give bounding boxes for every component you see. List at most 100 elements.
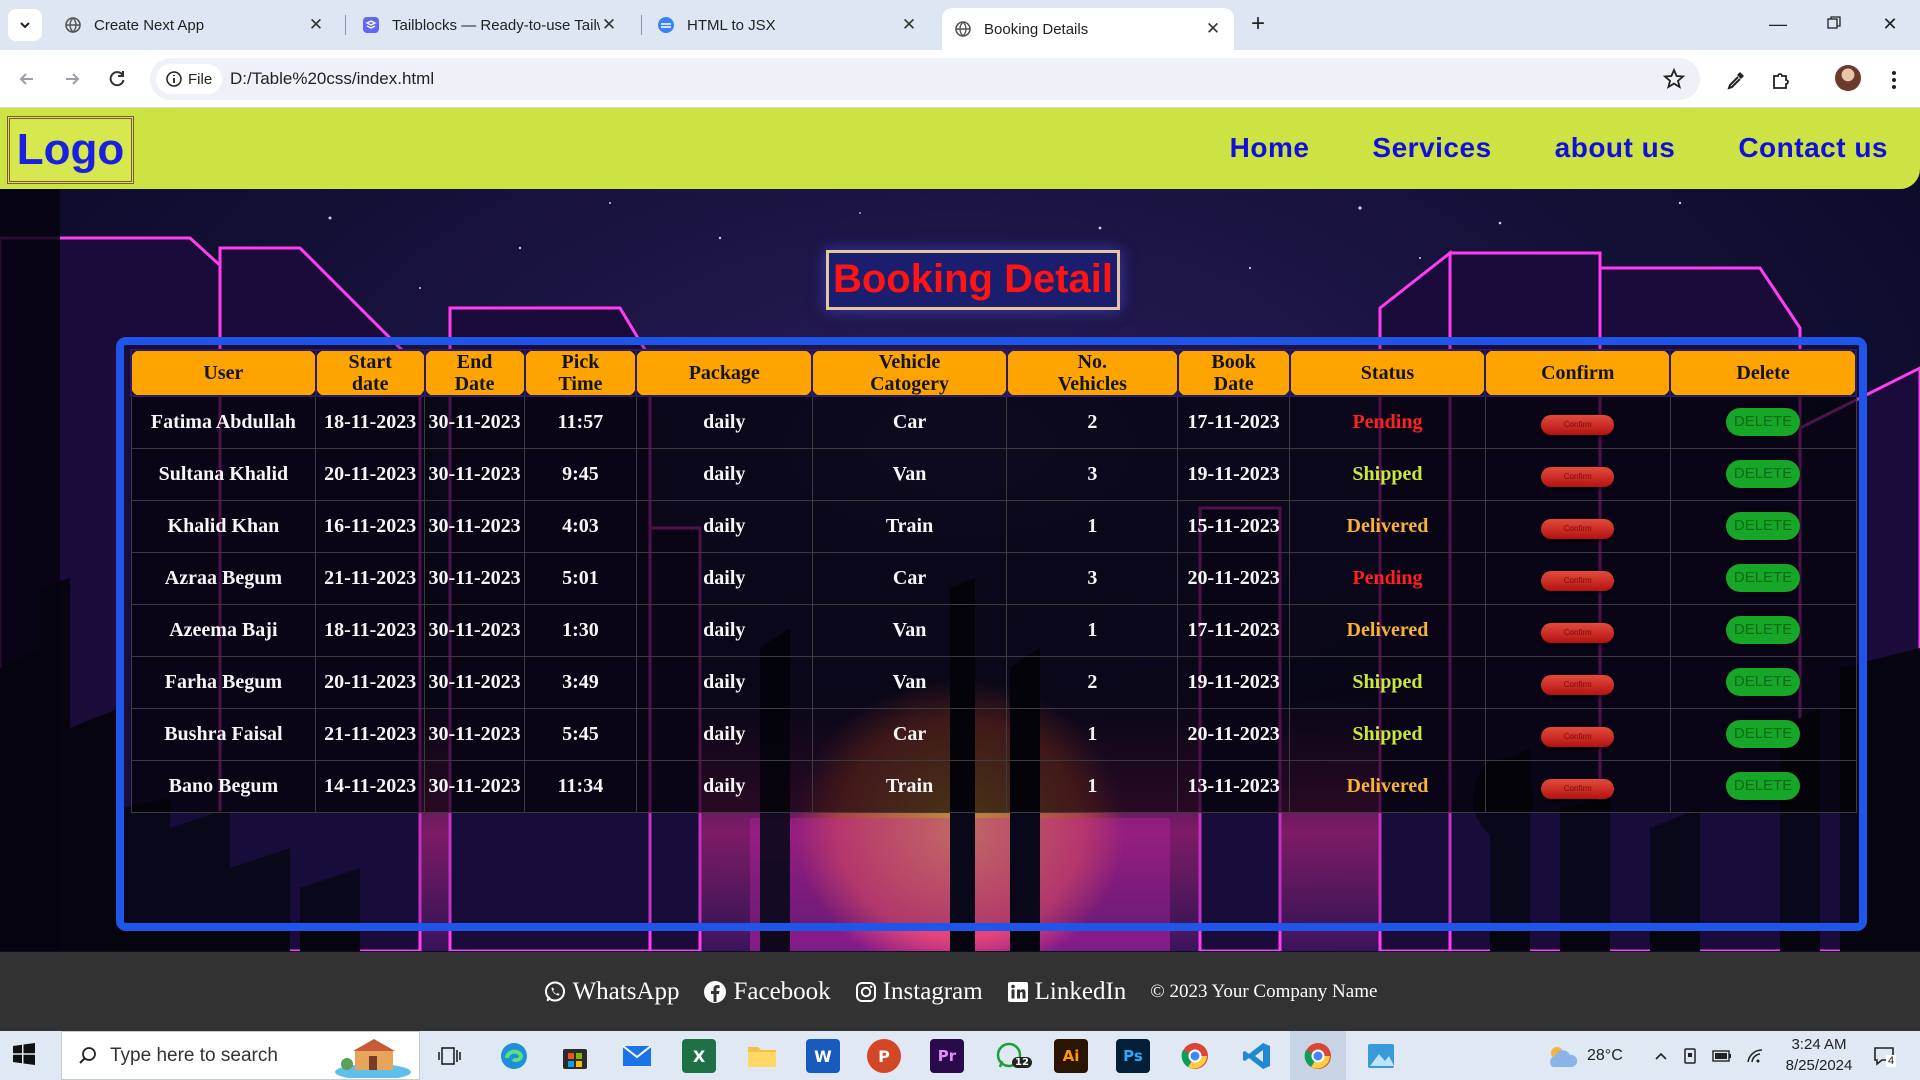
start-button[interactable] [12, 1042, 38, 1068]
delete-cell: DELETE [1669, 447, 1857, 501]
taskbar-store[interactable] [558, 1039, 592, 1073]
taskbar-chrome[interactable] [1178, 1039, 1212, 1073]
pick-time-cell: 11:57 [524, 395, 637, 449]
site-logo[interactable]: Logo [7, 116, 134, 184]
nav-about-us[interactable]: about us [1555, 132, 1676, 164]
vehicle-count-cell: 2 [1006, 655, 1179, 709]
taskbar-excel[interactable]: X [682, 1039, 716, 1073]
eyedropper-button[interactable] [1722, 66, 1750, 94]
package-cell: daily [635, 707, 813, 761]
instagram-link[interactable]: Instagram [855, 978, 983, 1006]
nav-contact-us[interactable]: Contact us [1738, 132, 1888, 164]
column-header-text: date [351, 373, 389, 395]
delete-button[interactable]: DELETE [1726, 772, 1801, 800]
start-date-cell: 18-11-2023 [315, 395, 426, 449]
minimize-button[interactable]: — [1758, 10, 1798, 38]
confirm-button[interactable]: Confirm [1541, 674, 1615, 695]
delete-button[interactable]: DELETE [1726, 512, 1801, 540]
taskbar-powerpoint[interactable]: P [867, 1039, 901, 1073]
package-cell: daily [635, 395, 813, 449]
tab-create-next-app[interactable]: Create Next App ✕ [52, 8, 337, 42]
taskbar-illustrator[interactable]: Ai [1054, 1039, 1088, 1073]
wifi-icon[interactable] [1746, 1048, 1764, 1064]
taskbar-whatsapp[interactable]: 12 [992, 1039, 1032, 1073]
confirm-button[interactable]: Confirm [1541, 726, 1615, 747]
book-date-cell: 20-11-2023 [1177, 707, 1291, 761]
close-icon[interactable]: ✕ [1204, 19, 1222, 39]
delete-button[interactable]: DELETE [1726, 564, 1801, 592]
close-icon[interactable]: ✕ [307, 15, 325, 35]
vehicle-cell: Car [811, 707, 1008, 761]
confirm-button[interactable]: Confirm [1541, 414, 1615, 435]
delete-button[interactable]: DELETE [1726, 668, 1801, 696]
bookmark-button[interactable] [1662, 67, 1686, 91]
taskbar-chrome-active[interactable] [1290, 1031, 1346, 1080]
address-bar[interactable]: File D:/Table%20css/index.html [150, 58, 1700, 100]
start-date-cell: 18-11-2023 [315, 603, 426, 657]
eyedropper-icon [1727, 72, 1744, 90]
confirm-button[interactable]: Confirm [1541, 622, 1615, 643]
taskbar-file-explorer[interactable] [745, 1039, 779, 1073]
confirm-button[interactable]: Confirm [1541, 778, 1615, 799]
nav-home[interactable]: Home [1230, 132, 1310, 164]
battery-icon[interactable] [1712, 1049, 1732, 1062]
delete-button[interactable]: DELETE [1726, 460, 1801, 488]
restore-button[interactable] [1814, 10, 1854, 38]
delete-button[interactable]: DELETE [1726, 720, 1801, 748]
status-cell: Shipped [1289, 447, 1486, 501]
taskbar-word[interactable]: W [806, 1039, 840, 1073]
delete-button[interactable]: DELETE [1726, 408, 1801, 437]
tab-html-to-jsx[interactable]: HTML to JSX ✕ [645, 8, 930, 42]
browser-menu-button[interactable] [1880, 66, 1908, 94]
site-footer: WhatsApp Facebook Instagram LinkedIn © 2… [0, 952, 1920, 1031]
column-header-text: Status [1360, 362, 1415, 384]
reload-button[interactable] [102, 64, 132, 94]
vehicle-count-cell: 3 [1006, 551, 1179, 605]
vehicle-cell: Van [811, 603, 1008, 657]
taskbar-premiere[interactable]: Pr [930, 1039, 964, 1073]
taskbar-image-app[interactable] [1364, 1039, 1398, 1073]
new-tab-button[interactable]: + [1244, 10, 1272, 38]
facebook-link[interactable]: Facebook [703, 978, 831, 1006]
taskbar-vscode[interactable] [1240, 1039, 1274, 1073]
device-icon[interactable] [1682, 1047, 1698, 1065]
close-icon[interactable]: ✕ [900, 15, 918, 35]
close-icon[interactable]: ✕ [600, 15, 618, 35]
task-view-button[interactable] [433, 1039, 467, 1073]
url-text[interactable]: D:/Table%20css/index.html [230, 69, 434, 89]
pick-time-cell: 11:34 [524, 759, 637, 813]
taskbar-search[interactable]: Type here to search [61, 1031, 420, 1080]
book-date-cell: 13-11-2023 [1177, 759, 1291, 813]
star-icon [1662, 67, 1686, 89]
puzzle-icon [1773, 73, 1789, 89]
confirm-button[interactable]: Confirm [1541, 466, 1615, 487]
taskbar-photoshop[interactable]: Ps [1116, 1039, 1150, 1073]
tab-tailblocks[interactable]: Tailblocks — Ready-to-use Tailw ✕ [350, 8, 630, 42]
system-clock[interactable]: 3:24 AM 8/25/2024 [1774, 1034, 1864, 1076]
tab-booking-details[interactable]: Booking Details ✕ [942, 8, 1234, 50]
forward-button[interactable] [57, 64, 87, 94]
chevron-up-icon[interactable] [1654, 1049, 1668, 1063]
taskbar-edge[interactable] [497, 1039, 531, 1073]
user-cell: Farha Begum [130, 655, 317, 709]
taskbar-mail[interactable] [620, 1039, 654, 1073]
profile-avatar[interactable] [1835, 65, 1861, 91]
notification-center-button[interactable]: 4 [1872, 1031, 1897, 1080]
confirm-button[interactable]: Confirm [1541, 570, 1615, 591]
whatsapp-link[interactable]: WhatsApp [543, 978, 679, 1006]
column-header-start-date: Start date [314, 349, 426, 397]
whatsapp-icon [544, 981, 565, 1001]
site-info-chip[interactable]: File [156, 64, 223, 94]
weather-widget[interactable]: 28°C [1545, 1031, 1623, 1080]
delete-button[interactable]: DELETE [1726, 616, 1801, 644]
tab-search-button[interactable] [8, 9, 42, 41]
extensions-button[interactable] [1767, 66, 1795, 94]
delete-cell: DELETE [1669, 551, 1857, 605]
close-window-button[interactable]: ✕ [1870, 10, 1910, 38]
back-button[interactable] [12, 64, 42, 94]
confirm-button[interactable]: Confirm [1541, 518, 1615, 539]
column-header-text: Package [688, 362, 760, 384]
linkedin-link[interactable]: LinkedIn [1007, 978, 1126, 1006]
nav-services[interactable]: Services [1372, 132, 1491, 164]
vehicle-count-cell: 1 [1006, 603, 1179, 657]
